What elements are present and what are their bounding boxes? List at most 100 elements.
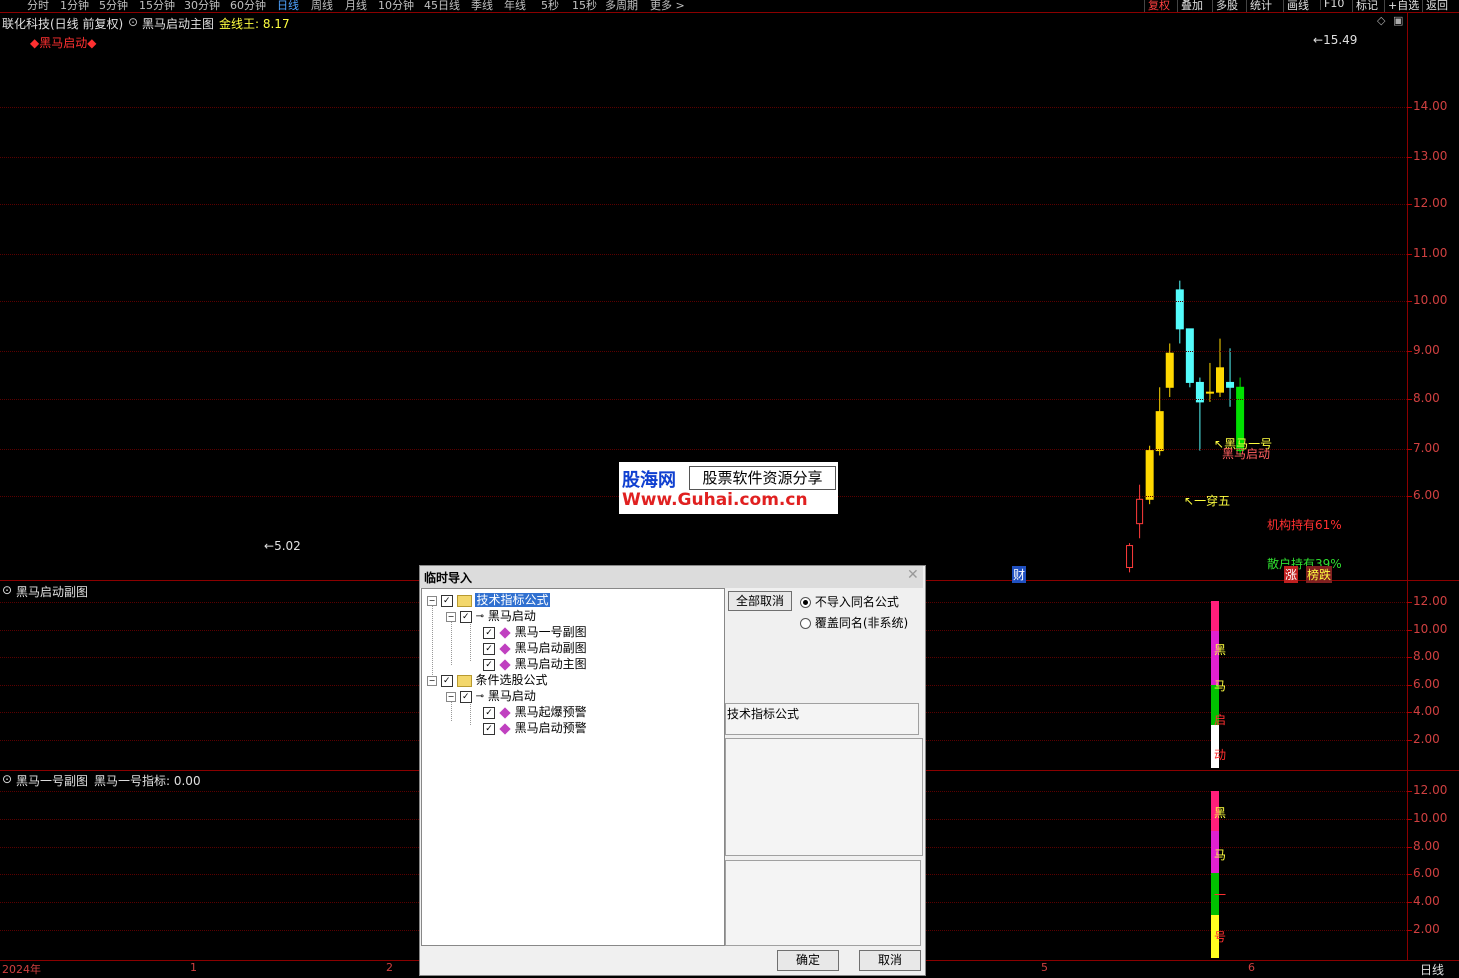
period-tab-1[interactable]: 1分钟 [60,0,89,12]
axis-tick-mark [1407,107,1412,108]
ok-button[interactable]: 确定 [777,950,839,971]
dialog-titlebar[interactable]: 临时导入 ✕ [420,566,923,588]
period-tab-7[interactable]: 周线 [311,0,333,12]
axis-tick-mark [1407,449,1412,450]
sub2-char-4: 号 [1214,930,1227,944]
toolbar-button-2[interactable]: 多股 [1212,0,1241,12]
checkbox[interactable]: ✓ [440,594,453,607]
period-tab-8[interactable]: 月线 [345,0,367,12]
period-tab-12[interactable]: 年线 [504,0,526,12]
candle-body[interactable] [1136,498,1144,525]
axis-tick-mark [1407,930,1412,931]
toolbar-button-7[interactable]: +自选 [1384,0,1422,12]
candle-body[interactable] [1226,381,1235,388]
close-icon[interactable]: ✕ [907,567,919,583]
period-tab-0[interactable]: 分时 [27,0,49,12]
tree-item-formula[interactable]: ✓ 黑马启动预警 [483,719,587,735]
tree-label: 黑马起爆预警 [514,705,587,719]
collapse-icon[interactable]: − [446,691,456,702]
collapse-icon[interactable]: − [427,595,437,606]
collapse-icon[interactable]: − [427,675,437,686]
period-tab-9[interactable]: 10分钟 [378,0,414,12]
checkbox[interactable]: ✓ [459,690,472,703]
import-dialog: 临时导入 ✕ − ✓ 技术指标公式 − ✓ ⊸ 黑马启动 ✓ 黑马一号副图 ✓ … [419,565,926,976]
period-tab-13[interactable]: 5秒 [541,0,559,12]
candle-body[interactable] [1155,411,1164,452]
toolbar-button-0[interactable]: 复权 [1144,0,1173,12]
period-tab-16[interactable]: 更多 > [650,0,685,12]
tree-label: 条件选股公式 [475,673,548,687]
candle-body[interactable] [1126,545,1134,568]
period-tab-11[interactable]: 季线 [471,0,493,12]
tree-item-formula[interactable]: ✓ 黑马一号副图 [483,623,587,639]
axis-tick-mark [1407,254,1412,255]
tree-item-heima-group[interactable]: − ✓ ⊸ 黑马启动 [446,687,536,703]
tree-guide [451,617,452,665]
toolbar-button-5[interactable]: F10 [1320,0,1347,10]
low-price-label: ←5.02 [264,539,301,553]
candle-body[interactable] [1145,450,1154,500]
ranking-marker[interactable]: 榜跌 [1306,566,1333,583]
checkbox[interactable]: ✓ [483,706,495,719]
toolbar-button-3[interactable]: 统计 [1246,0,1275,12]
toolbar-button-4[interactable]: 画线 [1283,0,1312,12]
checkbox[interactable]: ✓ [483,658,495,671]
checkbox[interactable]: ✓ [483,722,495,735]
sub2-title[interactable]: 黑马一号副图 [16,772,88,789]
period-tab-6[interactable]: 日线 [277,0,299,12]
axis-tick-mark [1407,630,1412,631]
period-toolbar: 分时 1分钟 5分钟 15分钟 30分钟 60分钟 日线 周线 月线 10分钟 45日线 季线 年线 5秒… [0,0,1459,12]
tree-item-formula[interactable]: ✓ 黑马启动副图 [483,639,587,655]
finance-marker[interactable]: 财 [1012,566,1027,583]
toolbar-button-6[interactable]: 标记 [1352,0,1381,12]
candle-body[interactable] [1185,328,1194,383]
cancel-button[interactable]: 取消 [859,950,921,971]
axis-tick-label: 2.00 [1413,922,1440,936]
limit-up-marker[interactable]: 涨 [1284,566,1299,583]
radio-selected[interactable] [800,597,811,608]
period-tab-3[interactable]: 15分钟 [139,0,175,12]
axis-tick-label: 8.00 [1413,391,1440,405]
period-tab-10[interactable]: 45日线 [424,0,460,12]
toolbar-button-1[interactable]: 叠加 [1177,0,1206,12]
collapse-icon[interactable]: − [446,611,456,622]
checkbox[interactable]: ✓ [440,674,453,687]
period-tab-14[interactable]: 15秒 [572,0,597,12]
candle-body[interactable] [1216,367,1224,393]
formula-icon [499,658,511,671]
details-box[interactable] [725,860,921,946]
formula-tree[interactable]: − ✓ 技术指标公式 − ✓ ⊸ 黑马启动 ✓ 黑马一号副图 ✓ 黑马启动副图 … [421,588,725,946]
tree-item-stock-selection[interactable]: − ✓ 条件选股公式 [427,671,548,687]
candle-body[interactable] [1165,352,1174,388]
axis-tick-mark [1407,204,1412,205]
sub1-title[interactable]: 黑马启动副图 [16,583,88,600]
axis-tick-label: 13.00 [1413,149,1448,163]
radio-unselected[interactable] [800,618,811,629]
candle-body[interactable] [1175,289,1184,330]
sub1-chevron-icon[interactable]: ⊙ [2,583,12,597]
period-tab-4[interactable]: 30分钟 [184,0,220,12]
option-skip-duplicates[interactable]: 不导入同名公式 [800,593,899,610]
description-box[interactable] [725,738,923,856]
hei-ma-start-label: 黑马启动 [1222,447,1271,461]
tree-item-tech-indicators[interactable]: − ✓ 技术指标公式 [427,591,550,607]
period-tab-5[interactable]: 60分钟 [230,0,266,12]
deselect-all-button[interactable]: 全部取消 [728,591,792,611]
checkbox[interactable]: ✓ [459,610,472,623]
grid-line [0,204,1407,205]
tree-guide [470,619,471,661]
tree-item-formula[interactable]: ✓ 黑马启动主图 [483,655,587,671]
period-tab-15[interactable]: 多周期 [605,0,638,12]
sub2-chevron-icon[interactable]: ⊙ [2,772,12,786]
tree-item-formula[interactable]: ✓ 黑马起爆预警 [483,703,587,719]
checkbox[interactable]: ✓ [483,626,495,639]
toolbar-button-8[interactable]: 返回 [1422,0,1451,12]
period-indicator[interactable]: 日线 [1420,961,1444,978]
period-tab-2[interactable]: 5分钟 [99,0,128,12]
option-overwrite[interactable]: 覆盖同名(非系统) [800,614,908,631]
checkbox[interactable]: ✓ [483,642,495,655]
candle-body[interactable] [1205,391,1214,394]
grid-line [0,399,1407,400]
ad-slogan: 股票软件资源分享 [689,466,836,490]
tree-item-heima-group[interactable]: − ✓ ⊸ 黑马启动 [446,607,536,623]
